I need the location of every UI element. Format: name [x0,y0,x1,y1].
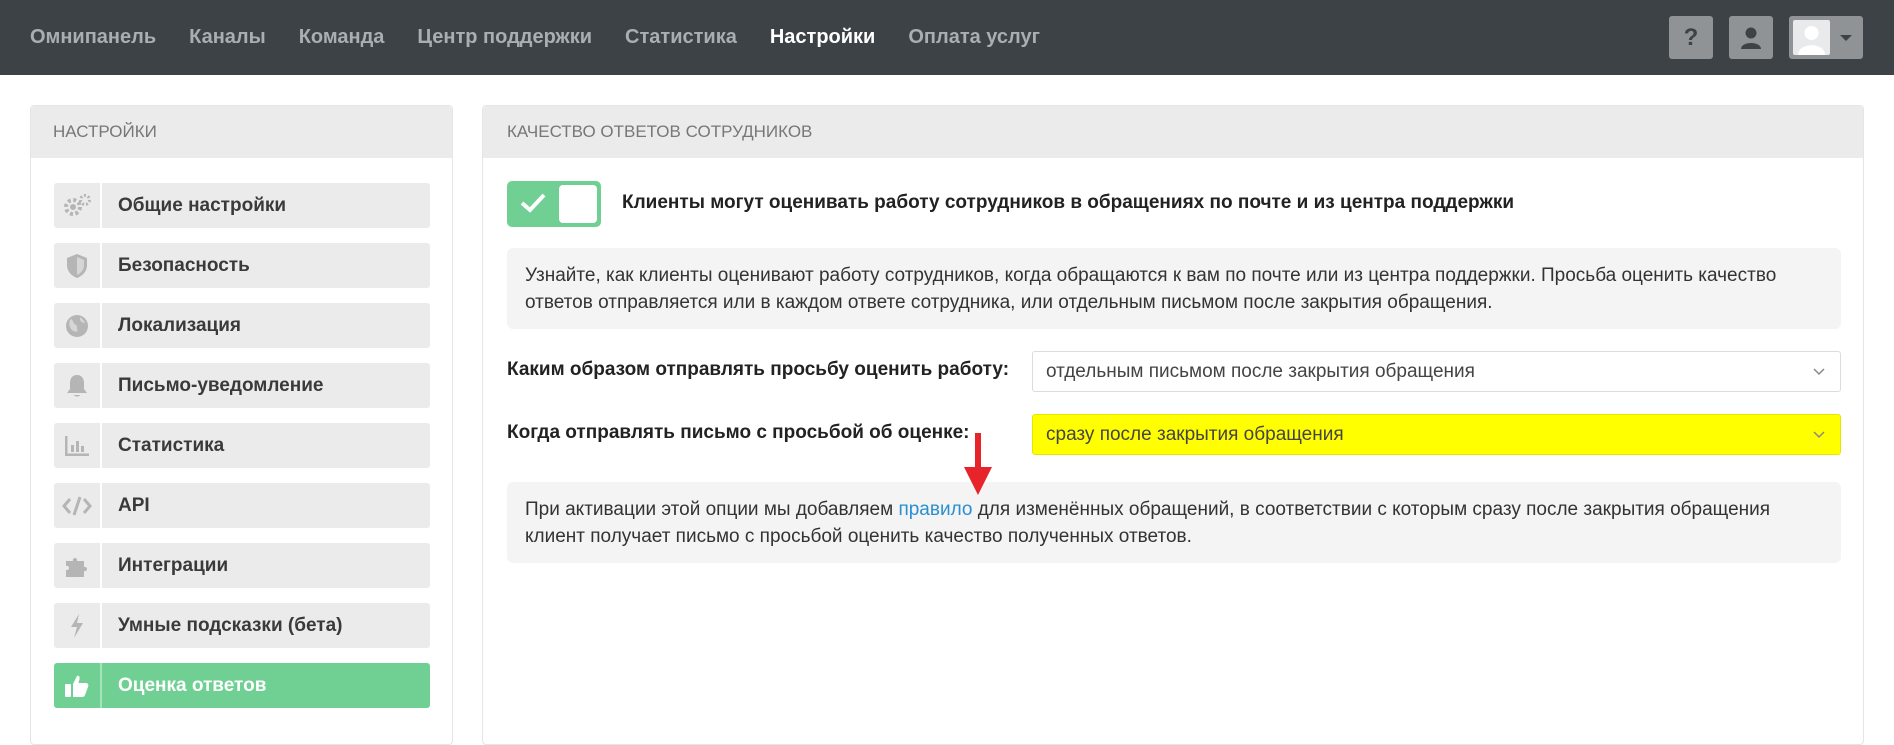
sidebar-item-label: Интеграции [118,554,229,576]
top-navigation-bar: Омнипанель Каналы Команда Центр поддержк… [0,0,1894,75]
sidebar-item-api[interactable]: API [54,483,430,528]
timing-select-value: сразу после закрытия обращения [1046,423,1344,445]
puzzle-icon [54,543,102,588]
shield-icon [54,243,102,288]
user-icon [1741,27,1761,49]
settings-menu: Общие настройки Безопасность Локализация [54,183,430,723]
globe-icon [54,303,102,348]
sidebar-item-smart-hints[interactable]: Умные подсказки (бета) [54,603,430,648]
rule-link[interactable]: правило [898,499,972,520]
method-label: Каким образом отправлять просьбу оценить… [507,359,1010,380]
avatar [1793,20,1830,55]
settings-sidebar: НАСТРОЙКИ Общие настройки Безопасность Л… [30,105,453,745]
toggle-label: Клиенты могут оценивать работу сотрудник… [622,192,1515,213]
timing-label: Когда отправлять письмо с просьбой об оц… [507,422,970,443]
bell-icon [54,363,102,408]
account-menu-button[interactable] [1789,16,1863,59]
nav-team[interactable]: Команда [299,26,385,49]
sidebar-item-answer-rating[interactable]: Оценка ответов [54,663,430,708]
toggle-knob [559,185,597,223]
info-box-description: Узнайте, как клиенты оценивают работу со… [507,248,1841,329]
nav-settings[interactable]: Настройки [770,26,876,49]
bolt-icon [54,603,102,648]
nav-channels[interactable]: Каналы [189,26,266,49]
nav-billing[interactable]: Оплата услуг [908,26,1040,49]
chevron-down-icon [1813,431,1825,439]
sidebar-item-label: Оценка ответов [118,674,267,696]
nav-omnipanel[interactable]: Омнипанель [30,26,156,49]
annotation-arrow-icon [964,433,992,495]
method-select-value: отдельным письмом после закрытия обращен… [1046,360,1475,382]
sidebar-item-statistics[interactable]: Статистика [54,423,430,468]
bar-chart-icon [54,423,102,468]
sidebar-item-label: Статистика [118,434,225,456]
method-select[interactable]: отдельным письмом после закрытия обращен… [1032,351,1841,392]
sidebar-item-label: Умные подсказки (бета) [118,614,343,636]
gears-icon [54,183,102,228]
sidebar-item-notification-email[interactable]: Письмо-уведомление [54,363,430,408]
chevron-down-icon [1813,368,1825,376]
info-box-rule: При активации этой опции мы добавляем пр… [507,482,1841,563]
sidebar-item-label: Письмо-уведомление [118,374,324,396]
help-icon: ? [1683,23,1699,51]
nav-statistics[interactable]: Статистика [625,26,737,49]
code-icon [54,483,102,528]
check-icon [520,193,546,213]
thumbs-up-icon [54,663,102,708]
sidebar-item-label: Безопасность [118,254,250,276]
sidebar-item-label: Общие настройки [118,194,287,216]
nav-support-center[interactable]: Центр поддержки [417,26,592,49]
sidebar-item-localization[interactable]: Локализация [54,303,430,348]
sidebar-item-label: Локализация [118,314,241,336]
timing-select[interactable]: сразу после закрытия обращения [1032,414,1841,455]
main-nav: Омнипанель Каналы Команда Центр поддержк… [30,0,1073,75]
rule-text-before: При активации этой опции мы добавляем [525,499,899,520]
sidebar-item-security[interactable]: Безопасность [54,243,430,288]
sidebar-item-general[interactable]: Общие настройки [54,183,430,228]
answer-quality-panel: КАЧЕСТВО ОТВЕТОВ СОТРУДНИКОВ Клиенты мог… [482,105,1864,745]
page-title: КАЧЕСТВО ОТВЕТОВ СОТРУДНИКОВ [483,106,1863,158]
profile-button[interactable] [1729,16,1773,59]
rating-enabled-toggle[interactable] [507,181,601,227]
caret-down-icon [1840,35,1852,41]
sidebar-title: НАСТРОЙКИ [31,106,452,158]
sidebar-item-label: API [118,494,150,516]
sidebar-item-integrations[interactable]: Интеграции [54,543,430,588]
help-button[interactable]: ? [1669,16,1713,59]
